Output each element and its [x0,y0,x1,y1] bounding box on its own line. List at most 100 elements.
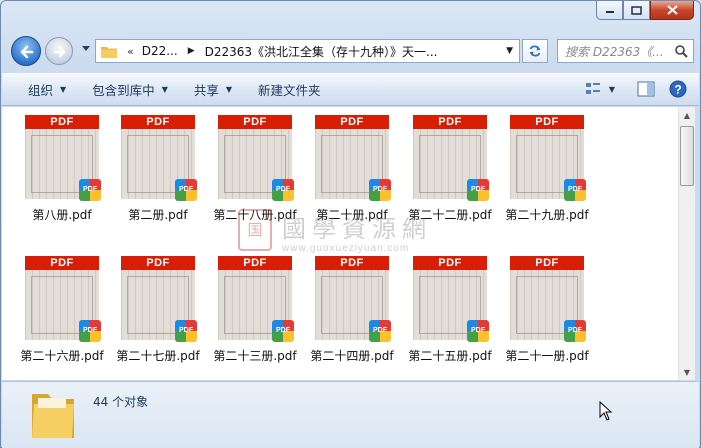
file-item[interactable]: PDF PDF 第二十一册.pdf [498,256,596,364]
breadcrumb-overflow[interactable]: « [127,45,134,58]
pdf-thumbnail: PDF PDF [510,115,586,201]
svg-text:?: ? [674,83,681,97]
close-button[interactable] [650,1,694,20]
minimize-button[interactable] [596,1,623,20]
include-in-library-menu[interactable]: 包含到库中 ▼ [92,80,168,99]
close-icon [666,5,678,15]
pdf-label: PDF [315,115,389,129]
file-item[interactable]: PDF PDF 第二十册.pdf [303,115,401,223]
file-list[interactable]: PDF PDF 第八册.pdf PDF PDF 第二册.pdf PDF PDF 第二十八册.pd… [2,107,678,380]
file-item[interactable]: PDF PDF 第二十八册.pdf [206,115,304,223]
chevron-down-icon: ▼ [161,85,168,94]
details-pane: 44 个对象 [2,381,699,448]
pdf-label: PDF [413,256,487,270]
include-in-library-label: 包含到库中 [92,83,155,98]
pdf-thumbnail: PDF PDF [121,115,197,201]
pdf-label: PDF [218,256,292,270]
file-name: 第二十九册.pdf [505,208,589,222]
address-dropdown-icon[interactable]: ▼ [506,46,513,56]
file-name: 第二十七册.pdf [116,349,200,363]
view-controls: ▼ ? [571,80,687,98]
folder-icon [32,394,74,438]
pdf-app-icon: PDF [369,320,391,342]
file-name: 第二册.pdf [128,208,188,222]
arrow-left-icon [20,45,34,59]
breadcrumb-item-current[interactable]: D22363《洪北江全集（存十九种）》天一... [205,43,438,60]
pdf-thumbnail: PDF PDF [121,256,197,342]
pdf-app-icon: PDF [175,179,197,201]
scrollbar-thumb[interactable] [680,126,694,186]
pdf-label: PDF [121,256,195,270]
pdf-app-icon: PDF [272,179,294,201]
pdf-thumbnail: PDF PDF [315,256,391,342]
search-box[interactable]: 搜索 D22363《... [557,39,694,63]
file-item[interactable]: PDF PDF 第二十三册.pdf [206,256,304,364]
pdf-app-icon: PDF [369,179,391,201]
file-item[interactable]: PDF PDF 第二册.pdf [109,115,207,223]
pdf-app-icon: PDF [467,320,489,342]
file-item[interactable]: PDF PDF 第二十五册.pdf [401,256,499,364]
pdf-thumbnail: PDF PDF [218,115,294,201]
organize-label: 组织 [28,83,54,98]
file-item[interactable]: PDF PDF 第二十七册.pdf [109,256,207,364]
pdf-label: PDF [315,256,389,270]
view-dropdown-icon[interactable]: ▼ [609,85,615,94]
file-name: 第二十册.pdf [316,208,388,222]
pdf-thumbnail: PDF PDF [413,256,489,342]
file-item[interactable]: PDF PDF 第二十六册.pdf [13,256,111,364]
file-name: 第二十二册.pdf [408,208,492,222]
help-icon[interactable]: ? [669,80,687,98]
arrow-right-icon [53,46,66,58]
search-placeholder[interactable]: 搜索 D22363《... [565,43,669,60]
pdf-app-icon: PDF [272,320,294,342]
explorer-window: « D22... ▶ D22363《洪北江全集（存十九种）》天一... ▼ 搜索… [0,0,701,448]
mouse-cursor-icon [599,401,613,421]
recent-pages-dropdown[interactable] [81,45,91,53]
file-item[interactable]: PDF PDF 第二十二册.pdf [401,115,499,223]
organize-menu[interactable]: 组织 ▼ [28,80,66,99]
pdf-label: PDF [510,256,584,270]
pdf-label: PDF [25,256,99,270]
breadcrumb-item-parent[interactable]: D22... [142,44,178,58]
file-name: 第二十五册.pdf [408,349,492,363]
forward-button[interactable] [45,37,73,65]
minimize-icon [605,11,614,13]
preview-pane-icon[interactable] [637,81,655,97]
share-label: 共享 [193,83,219,98]
file-name: 第二十四册.pdf [310,349,394,363]
pdf-app-icon: PDF [564,320,586,342]
breadcrumb-separator-icon[interactable]: ▶ [188,46,195,56]
pdf-app-icon: PDF [79,320,101,342]
scroll-down-button[interactable]: ▼ [679,364,695,380]
pdf-thumbnail: PDF PDF [413,115,489,201]
vertical-scrollbar[interactable]: ▲ ▼ [678,107,695,380]
share-menu[interactable]: 共享 ▼ [194,80,232,99]
search-icon[interactable] [674,44,688,58]
caption-buttons [596,1,694,20]
command-bar: 组织 ▼ 包含到库中 ▼ 共享 ▼ 新建文件夹 ▼ ? [2,73,699,106]
file-item[interactable]: PDF PDF 第二十九册.pdf [498,115,596,223]
file-name: 第八册.pdf [32,208,92,222]
chevron-down-icon: ▼ [225,85,233,94]
pdf-label: PDF [25,115,99,129]
new-folder-button[interactable]: 新建文件夹 [258,80,321,99]
pdf-thumbnail: PDF PDF [25,115,101,201]
file-item[interactable]: PDF PDF 第八册.pdf [13,115,111,223]
refresh-icon [529,45,541,57]
new-folder-label: 新建文件夹 [258,83,321,98]
pdf-label: PDF [510,115,584,129]
view-options-icon[interactable] [585,81,601,97]
maximize-button[interactable] [623,1,650,20]
folder-icon [101,46,117,58]
pdf-thumbnail: PDF PDF [218,256,294,342]
pdf-thumbnail: PDF PDF [315,115,391,201]
pdf-app-icon: PDF [564,179,586,201]
scroll-up-button[interactable]: ▲ [679,107,695,123]
pdf-thumbnail: PDF PDF [510,256,586,342]
back-button[interactable] [11,36,41,66]
refresh-button[interactable] [522,39,548,63]
item-count: 44 个对象 [93,395,149,409]
file-name: 第二十六册.pdf [20,349,104,363]
address-bar[interactable]: « D22... ▶ D22363《洪北江全集（存十九种）》天一... ▼ [95,39,520,63]
file-item[interactable]: PDF PDF 第二十四册.pdf [303,256,401,364]
